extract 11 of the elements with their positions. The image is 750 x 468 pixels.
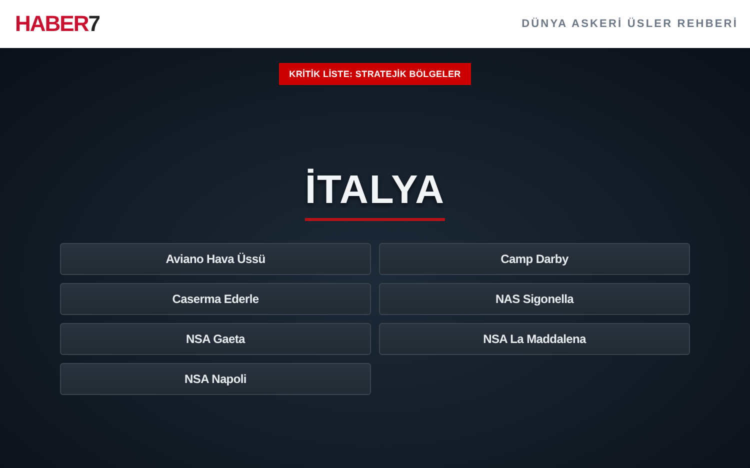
base-button[interactable]: Camp Darby	[379, 243, 690, 275]
base-button[interactable]: NSA Gaeta	[60, 323, 371, 355]
base-button[interactable]: NSA La Maddalena	[379, 323, 690, 355]
category-badge: KRİTİK LİSTE: STRATEJİK BÖLGELER	[279, 63, 471, 85]
country-heading: İTALYA	[304, 168, 446, 221]
base-button[interactable]: Aviano Hava Üssü	[60, 243, 371, 275]
base-button[interactable]: NAS Sigonella	[379, 283, 690, 315]
base-button[interactable]: NSA Napoli	[60, 363, 371, 395]
base-button[interactable]: Caserma Ederle	[60, 283, 371, 315]
section-title: DÜNYA ASKERİ ÜSLER REHBERİ	[522, 18, 738, 30]
logo[interactable]: HABER7	[15, 11, 100, 37]
